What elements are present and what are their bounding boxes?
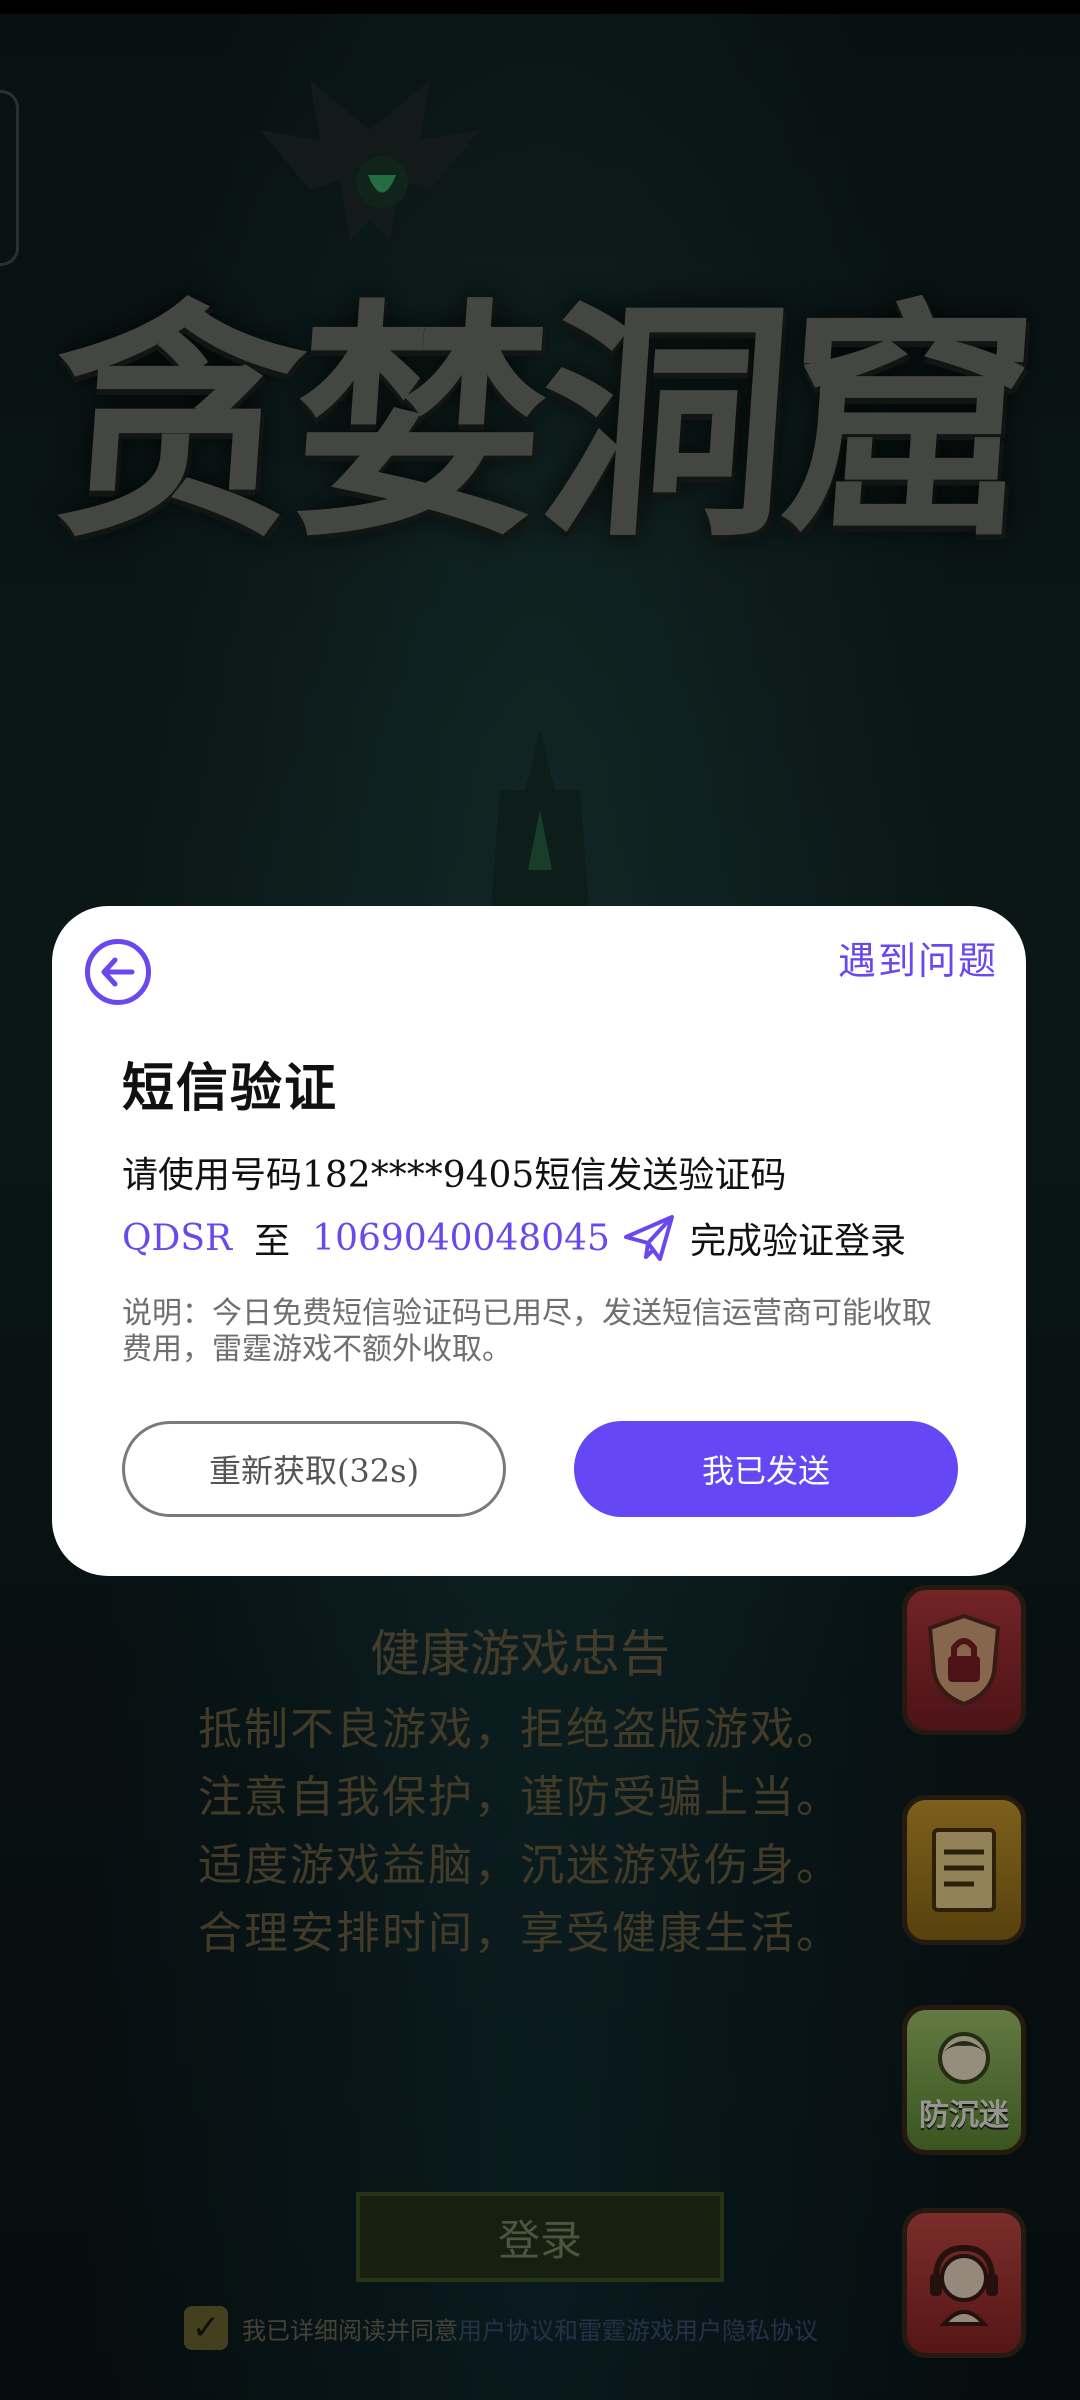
- to-word: 至: [254, 1221, 291, 1262]
- fee-note: 说明：今日免费短信验证码已用尽，发送短信运营商可能收取费用，雷霆游戏不额外收取。: [122, 1296, 932, 1367]
- instruction-text: 请使用号码182****9405短信发送验证码: [122, 1155, 787, 1196]
- send-sms-icon[interactable]: [622, 1213, 676, 1263]
- sent-button[interactable]: 我已发送: [574, 1421, 958, 1517]
- sms-target-row: QDSR 至 1069040048045 完成验证登录: [122, 1212, 906, 1264]
- complete-text: 完成验证登录: [689, 1221, 906, 1262]
- sms-verification-dialog: 遇到问题 短信验证 请使用号码182****9405短信发送验证码 QDSR 至…: [52, 906, 1026, 1576]
- dialog-title: 短信验证: [122, 1059, 339, 1119]
- resend-button[interactable]: 重新获取(32s): [122, 1421, 506, 1517]
- sms-target-number: 1069040048045: [312, 1217, 610, 1259]
- back-button[interactable]: [85, 939, 151, 1005]
- help-link[interactable]: 遇到问题: [838, 930, 998, 985]
- sms-code: QDSR: [122, 1217, 233, 1259]
- arrow-left-icon: [101, 957, 135, 987]
